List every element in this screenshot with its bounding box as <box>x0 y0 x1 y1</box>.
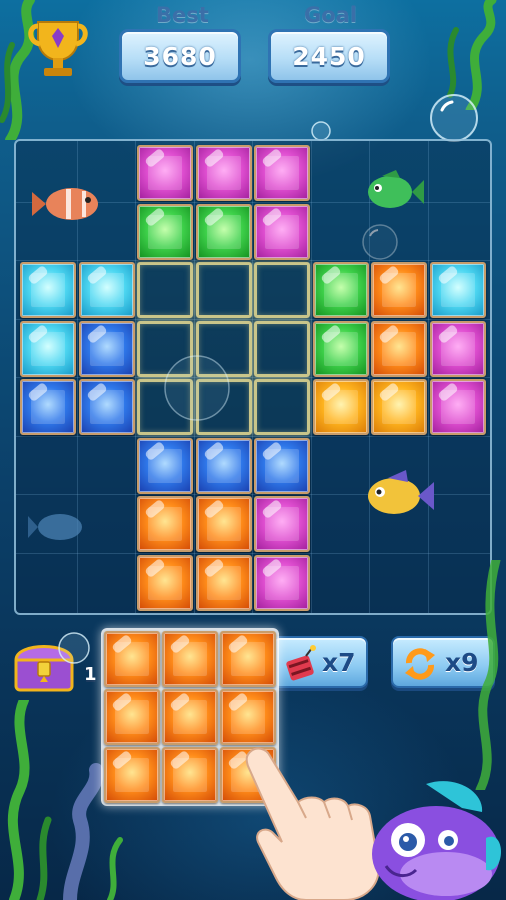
fish-icon <box>28 514 82 540</box>
fish-icon <box>368 170 424 208</box>
bomb-booster-button[interactable]: x7 <box>272 636 368 688</box>
gem-block-cyan <box>20 262 76 318</box>
gem-block-orange <box>137 554 193 611</box>
gem-block-green <box>137 203 193 260</box>
piece-block <box>162 689 218 745</box>
goal-label: Goal <box>304 3 358 27</box>
gem-block-blue <box>254 437 310 494</box>
gem-block-orange <box>371 262 427 318</box>
gem-block-orange <box>195 496 252 552</box>
grid-line <box>16 318 490 320</box>
score-header: Best 3680 Goal 2450 <box>0 0 506 98</box>
grid-line <box>16 260 490 261</box>
gem-block-amber <box>312 379 369 435</box>
trophy-icon <box>28 21 88 76</box>
piece-block <box>104 689 160 745</box>
bubble-icon <box>430 94 478 142</box>
pointing-hand-icon <box>245 747 380 900</box>
refresh-icon <box>405 648 435 680</box>
piece-block <box>104 631 160 687</box>
placement-slot[interactable] <box>195 262 252 318</box>
placement-slot[interactable] <box>254 262 310 318</box>
gem-block-magenta <box>429 379 486 435</box>
grid-line <box>16 552 490 554</box>
piece-block <box>162 631 218 687</box>
bubble-icon <box>58 632 90 664</box>
gem-block-magenta <box>137 145 193 201</box>
gem-block-magenta <box>254 496 310 552</box>
gem-block-cyan <box>78 262 135 318</box>
grid-line <box>16 377 490 378</box>
best-label: Best <box>156 3 209 27</box>
goal-score: 2450 <box>268 29 390 83</box>
fish-icon <box>368 470 434 514</box>
bomb-icon <box>286 645 316 681</box>
gem-block-cyan <box>429 262 486 318</box>
gem-block-green <box>195 203 252 260</box>
gem-block-orange <box>195 554 252 611</box>
gem-block-orange <box>137 496 193 552</box>
gem-block-blue <box>20 379 76 435</box>
gem-block-amber <box>371 379 427 435</box>
seaweed-bottom-right <box>475 560 501 790</box>
gem-block-blue <box>137 437 193 494</box>
gem-block-orange <box>371 320 427 377</box>
fish-icon <box>32 188 98 220</box>
gem-block-magenta <box>254 145 310 201</box>
gem-block-blue <box>78 379 135 435</box>
fish-icon <box>372 781 501 900</box>
gem-block-magenta <box>429 320 486 377</box>
placement-slot[interactable] <box>254 379 310 435</box>
gem-block-cyan <box>20 320 76 377</box>
placement-slot[interactable] <box>137 262 193 318</box>
piece-block <box>220 689 276 745</box>
gem-block-blue <box>195 437 252 494</box>
placement-slot[interactable] <box>254 320 310 377</box>
piece-block <box>220 631 276 687</box>
best-score: 3680 <box>119 29 241 83</box>
grid-line <box>16 435 490 437</box>
gem-block-green <box>312 262 369 318</box>
gem-block-magenta <box>195 145 252 201</box>
gem-block-blue <box>78 320 135 377</box>
bomb-count: x7 <box>322 648 356 677</box>
gem-block-green <box>312 320 369 377</box>
gem-block-magenta <box>254 203 310 260</box>
chest-count: 1 <box>84 664 97 685</box>
piece-block <box>162 747 218 803</box>
bubble-icon <box>164 355 230 421</box>
piece-block <box>104 747 160 803</box>
gem-block-magenta <box>254 554 310 611</box>
